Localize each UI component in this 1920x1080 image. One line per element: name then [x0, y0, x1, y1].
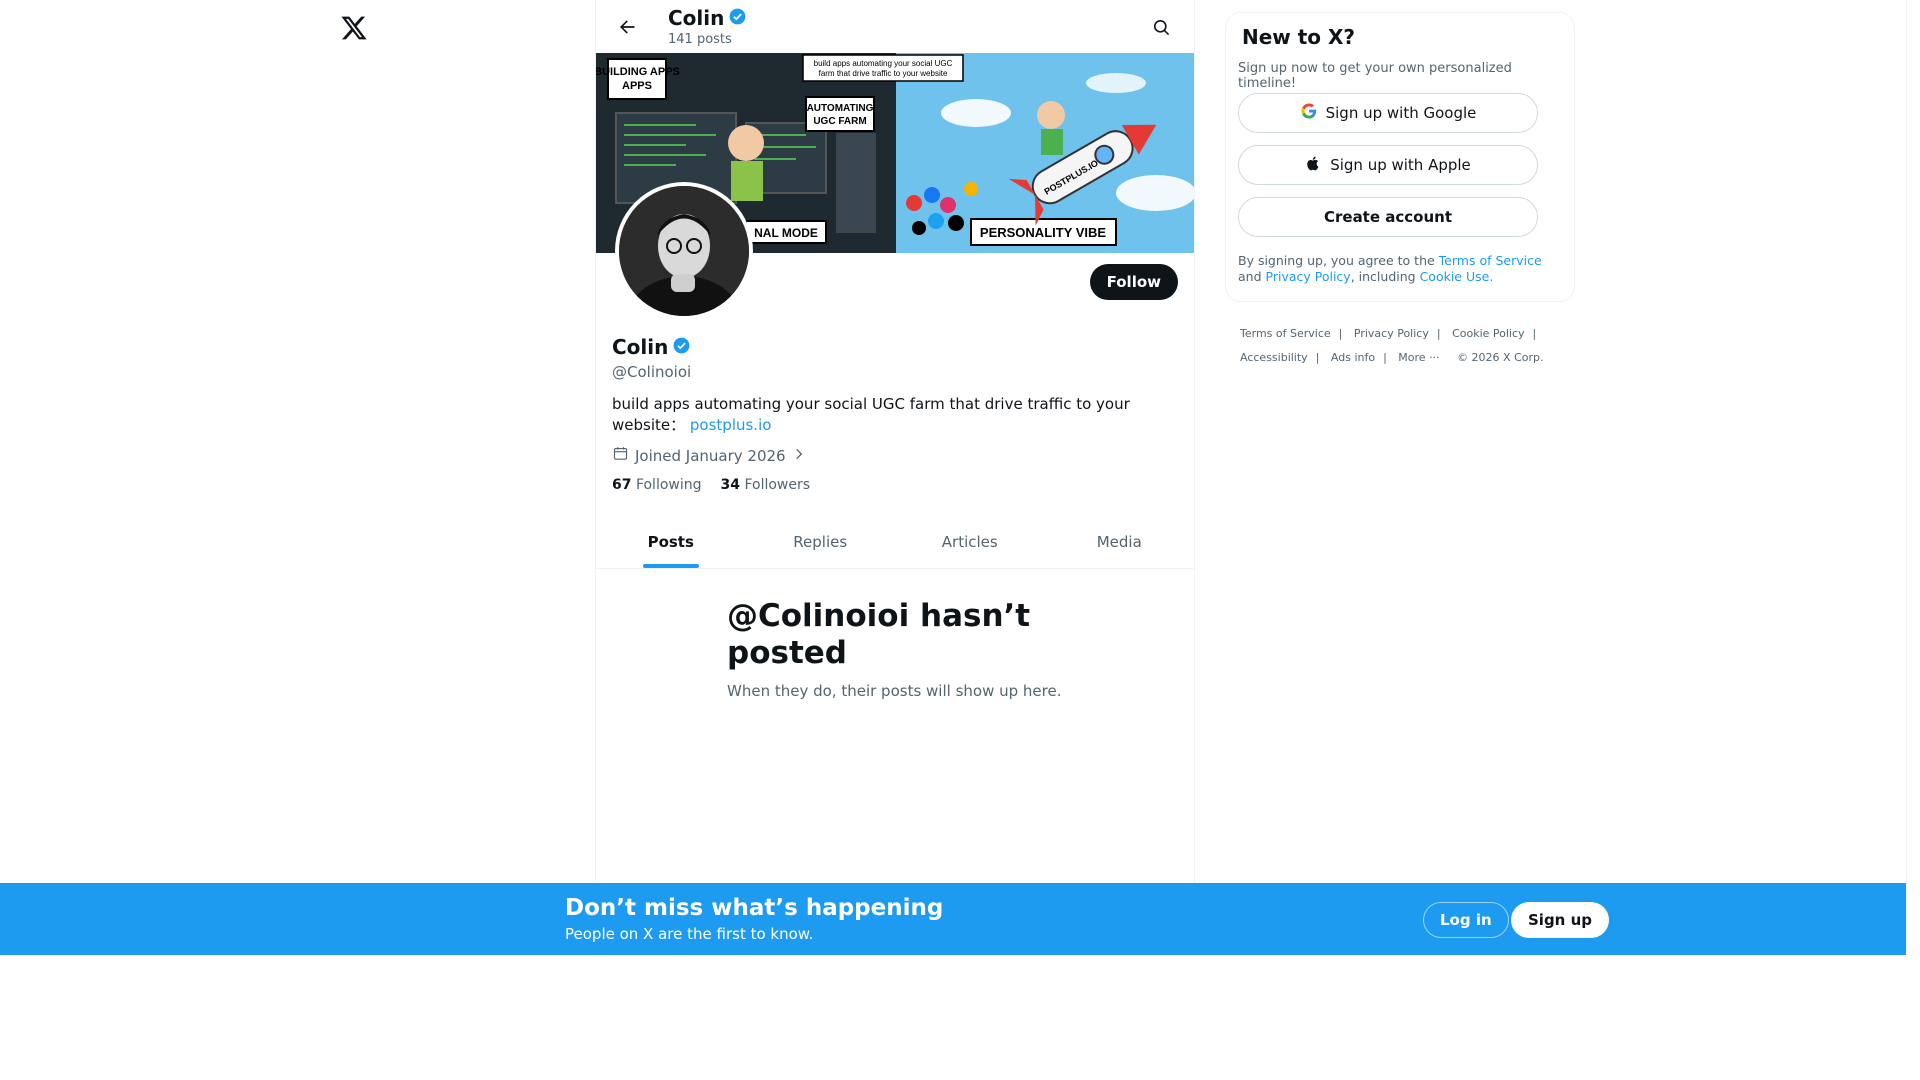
tab-media-label: Media [1096, 533, 1142, 551]
tab-articles-label: Articles [941, 533, 998, 551]
terms-and: and [1238, 269, 1262, 284]
tab-articles[interactable]: Articles [895, 516, 1045, 568]
svg-text:AUTOMATING: AUTOMATING [807, 103, 874, 114]
svg-text:build apps automating your soc: build apps automating your social UGC [814, 59, 953, 68]
search-icon[interactable] [1144, 10, 1178, 44]
svg-text:NAL MODE: NAL MODE [754, 226, 818, 240]
follow-counts: 67 Following 34 Followers [612, 477, 810, 493]
bottom-banner-subtitle: People on X are the first to know. [565, 925, 814, 943]
footer-more-link[interactable]: More ··· [1398, 351, 1439, 364]
tab-replies-label: Replies [793, 533, 848, 551]
following-link[interactable]: 67 Following [612, 477, 702, 493]
apple-icon [1305, 155, 1322, 176]
followers-link[interactable]: 34 Followers [721, 477, 811, 493]
tab-posts-label: Posts [647, 533, 694, 551]
x-logo-icon[interactable] [338, 12, 370, 44]
joined-label: Joined January 2026 [635, 446, 786, 465]
tab-media[interactable]: Media [1045, 516, 1195, 568]
profile-avatar[interactable] [615, 182, 753, 320]
following-count: 67 [612, 477, 632, 493]
footer-ads-info-link[interactable]: Ads info [1331, 351, 1375, 364]
profile-name: Colin [612, 335, 669, 359]
signup-google-button[interactable]: Sign up with Google [1238, 93, 1538, 133]
signup-panel: New to X? Sign up now to get your own pe… [1225, 12, 1575, 302]
svg-text:APPS: APPS [622, 80, 652, 92]
calendar-icon [612, 445, 629, 466]
profile-handle: @Colinoioi [612, 363, 692, 381]
signup-terms: By signing up, you agree to the Terms of… [1238, 253, 1568, 285]
verified-badge-icon [728, 7, 747, 30]
terms-including: , including [1350, 269, 1416, 284]
login-button[interactable]: Log in [1423, 902, 1509, 938]
bottom-signup-banner: Don’t miss what’s happening People on X … [0, 883, 1906, 955]
footer-copyright: © 2026 X Corp. [1457, 351, 1544, 364]
page-scrollbar[interactable] [1906, 0, 1920, 955]
footer-cookie-link[interactable]: Cookie Policy [1452, 327, 1524, 340]
footer-terms-link[interactable]: Terms of Service [1240, 327, 1331, 340]
empty-state-subtitle: When they do, their posts will show up h… [727, 682, 1062, 700]
footer-links: Terms of Service | Privacy Policy | Cookie… [1240, 327, 1544, 364]
signup-apple-button[interactable]: Sign up with Apple [1238, 145, 1538, 185]
signup-button[interactable]: Sign up [1511, 902, 1609, 938]
create-account-button[interactable]: Create account [1238, 197, 1538, 237]
privacy-policy-link[interactable]: Privacy Policy [1266, 269, 1351, 284]
follow-button[interactable]: Follow [1089, 264, 1178, 300]
empty-state: @Colinoioi hasn’t posted When they do, t… [727, 598, 1067, 700]
header-posts-count: 141 posts [668, 32, 732, 47]
followers-label: Followers [744, 477, 811, 493]
bio-link[interactable]: postplus.io [690, 416, 772, 434]
terms-of-service-link[interactable]: Terms of Service [1439, 253, 1542, 268]
svg-text:PERSONALITY VIBE: PERSONALITY VIBE [980, 225, 1107, 240]
profile-header-bar: Colin 141 posts [596, 0, 1194, 53]
active-tab-indicator [642, 564, 699, 568]
signup-apple-label: Sign up with Apple [1330, 156, 1471, 174]
joined-date[interactable]: Joined January 2026 [612, 445, 806, 466]
tab-replies[interactable]: Replies [746, 516, 896, 568]
profile-name-row: Colin [612, 335, 691, 359]
signup-panel-subtitle: Sign up now to get your own personalized… [1238, 61, 1512, 91]
chevron-right-icon [792, 447, 806, 465]
profile-column: Colin 141 posts BUILDING APPS APPS build… [595, 0, 1195, 883]
header-name: Colin [668, 6, 725, 30]
signup-google-label: Sign up with Google [1325, 104, 1477, 122]
verified-badge-icon[interactable] [672, 336, 691, 359]
cookie-use-link[interactable]: Cookie Use. [1420, 269, 1494, 284]
following-label: Following [635, 477, 702, 493]
header-title: Colin 141 posts [668, 4, 747, 48]
google-icon [1300, 102, 1318, 124]
profile-bio: build apps automating your social UGC fa… [612, 394, 1132, 436]
back-arrow-icon[interactable] [610, 10, 644, 44]
signup-panel-title: New to X? [1242, 25, 1356, 49]
footer-accessibility-link[interactable]: Accessibility [1240, 351, 1308, 364]
banner-label-building: BUILDING APPS [596, 66, 680, 78]
followers-count: 34 [720, 477, 740, 493]
tab-posts[interactable]: Posts [596, 516, 746, 568]
terms-prefix: By signing up, you agree to the [1238, 253, 1435, 268]
bottom-banner-title: Don’t miss what’s happening [565, 895, 944, 921]
empty-state-title: @Colinoioi hasn’t posted [727, 598, 1031, 671]
svg-text:farm that drive traffic to you: farm that drive traffic to your website [819, 69, 948, 78]
svg-text:UGC FARM: UGC FARM [813, 116, 866, 127]
footer-privacy-link[interactable]: Privacy Policy [1354, 327, 1429, 340]
profile-tabs: Posts Replies Articles Media [596, 516, 1194, 569]
